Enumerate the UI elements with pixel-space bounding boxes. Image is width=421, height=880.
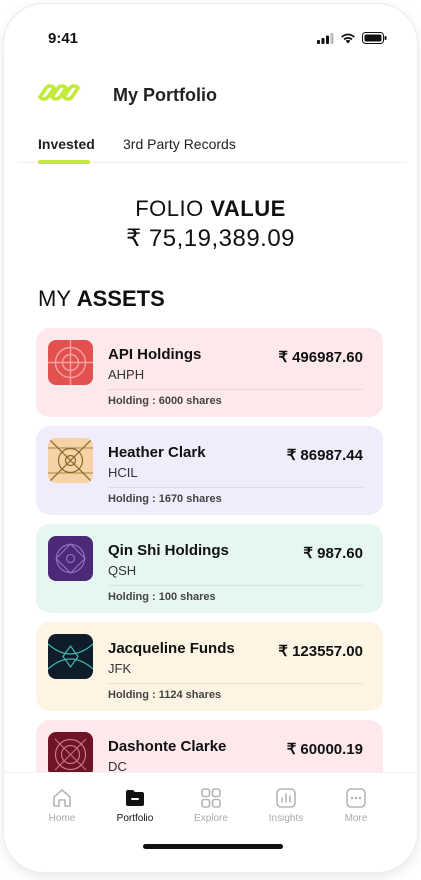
asset-ticker: HCIL bbox=[108, 465, 138, 480]
nav-home-label: Home bbox=[48, 813, 76, 824]
active-tab-indicator bbox=[38, 160, 90, 164]
asset-list[interactable]: API Holdings AHPH ₹ 496987.60 Holding : … bbox=[36, 328, 383, 774]
asset-holding: Holding : 1670 shares bbox=[108, 493, 222, 505]
page-title: My Portfolio bbox=[113, 85, 217, 105]
status-time: 9:41 bbox=[48, 30, 79, 47]
asset-logo-icon bbox=[48, 634, 93, 679]
folio-value: ₹ 75,19,389.09 bbox=[125, 225, 296, 252]
folio-label: FOLIO VALUE bbox=[4, 196, 417, 222]
nav-explore[interactable]: Explore bbox=[181, 787, 241, 824]
asset-logo-icon bbox=[48, 536, 93, 581]
asset-name: Jacqueline Funds bbox=[108, 640, 235, 657]
asset-price: ₹ 987.60 bbox=[303, 545, 363, 562]
asset-price: ₹ 123557.00 bbox=[278, 643, 363, 660]
asset-logo-icon bbox=[48, 438, 93, 483]
app-header: My Portfolio bbox=[4, 72, 417, 120]
nav-insights-label: Insights bbox=[268, 813, 304, 824]
signal-icon bbox=[317, 32, 334, 44]
wifi-icon bbox=[341, 33, 355, 43]
assets-title-prefix: MY bbox=[38, 286, 71, 311]
asset-card[interactable]: API Holdings AHPH ₹ 496987.60 Holding : … bbox=[36, 328, 383, 417]
asset-logo-icon bbox=[48, 340, 93, 385]
brand-logo-icon bbox=[37, 84, 81, 101]
tab-third-party-records-label: 3rd Party Records bbox=[123, 136, 236, 152]
tab-bar: Invested 3rd Party Records bbox=[18, 130, 406, 164]
asset-ticker: QSH bbox=[108, 563, 137, 578]
phone-frame: 9:41 My Portfolio Invested 3rd Party Rec… bbox=[4, 4, 417, 872]
card-divider bbox=[108, 389, 363, 390]
more-icon bbox=[346, 788, 366, 808]
folder-icon bbox=[126, 790, 144, 806]
asset-card[interactable]: Qin Shi Holdings QSH ₹ 987.60 Holding : … bbox=[36, 524, 383, 613]
nav-explore-label: Explore bbox=[194, 813, 228, 824]
status-icons bbox=[317, 32, 387, 44]
nav-more-label: More bbox=[344, 813, 368, 824]
tab-invested-label: Invested bbox=[38, 136, 95, 152]
status-bar: 9:41 bbox=[4, 4, 417, 66]
asset-name: Heather Clark bbox=[108, 444, 206, 461]
asset-price: ₹ 86987.44 bbox=[286, 447, 363, 464]
asset-holding: Holding : 1124 shares bbox=[108, 689, 222, 701]
asset-card[interactable]: Dashonte Clarke DC ₹ 60000.19 bbox=[36, 720, 383, 774]
tab-third-party-records[interactable]: 3rd Party Records bbox=[123, 136, 236, 152]
asset-ticker: AHPH bbox=[108, 367, 145, 382]
nav-portfolio-label: Portfolio bbox=[116, 813, 154, 824]
asset-name: API Holdings bbox=[108, 346, 202, 363]
nav-home[interactable]: Home bbox=[32, 787, 92, 824]
grid-icon bbox=[201, 788, 221, 808]
nav-more[interactable]: More bbox=[326, 787, 386, 824]
asset-name: Dashonte Clarke bbox=[108, 738, 227, 755]
battery-icon bbox=[362, 32, 387, 44]
asset-holding: Holding : 100 shares bbox=[108, 591, 216, 603]
asset-ticker: JFK bbox=[108, 661, 132, 676]
asset-card[interactable]: Heather Clark HCIL ₹ 86987.44 Holding : … bbox=[36, 426, 383, 515]
card-divider bbox=[108, 585, 363, 586]
asset-logo-icon bbox=[48, 732, 93, 774]
chart-icon bbox=[276, 788, 296, 808]
card-divider bbox=[108, 487, 363, 488]
asset-name: Qin Shi Holdings bbox=[108, 542, 229, 559]
asset-price: ₹ 60000.19 bbox=[286, 741, 363, 758]
nav-portfolio[interactable]: Portfolio bbox=[105, 787, 165, 824]
folio-label-prefix: FOLIO bbox=[135, 196, 204, 221]
bottom-nav: Home Portfolio Explore Insights More bbox=[4, 772, 417, 837]
tab-invested[interactable]: Invested bbox=[38, 136, 95, 152]
asset-price: ₹ 496987.60 bbox=[278, 349, 363, 366]
card-divider bbox=[108, 683, 363, 684]
home-indicator bbox=[143, 844, 283, 849]
assets-section-title: MY ASSETS bbox=[38, 286, 165, 312]
asset-card[interactable]: Jacqueline Funds JFK ₹ 123557.00 Holding… bbox=[36, 622, 383, 711]
folio-summary: FOLIO VALUE ₹ 75,19,389.09 bbox=[4, 196, 417, 253]
nav-insights[interactable]: Insights bbox=[256, 787, 316, 824]
assets-title-emphasis: ASSETS bbox=[76, 286, 165, 311]
home-icon bbox=[53, 789, 71, 807]
folio-label-emphasis: VALUE bbox=[210, 196, 286, 221]
asset-holding: Holding : 6000 shares bbox=[108, 395, 222, 407]
